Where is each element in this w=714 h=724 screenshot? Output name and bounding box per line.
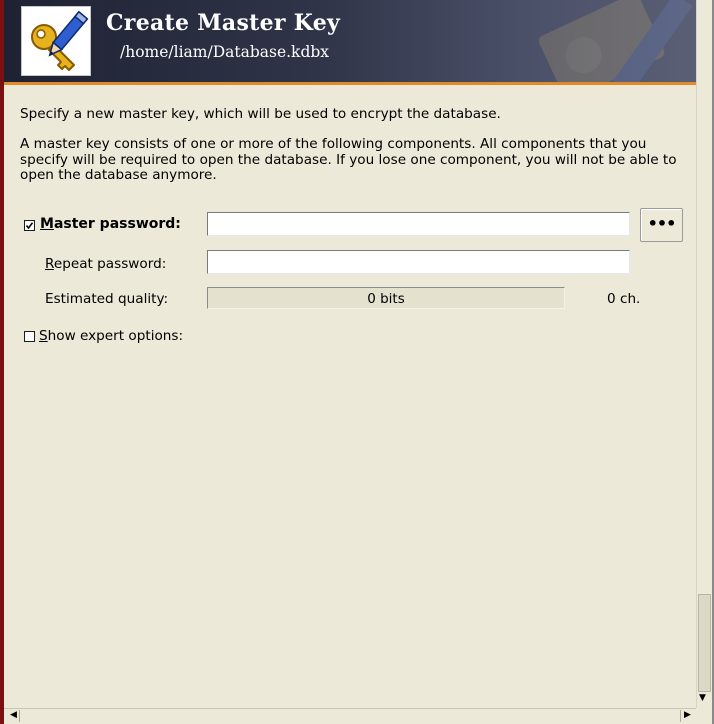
repeat-password-input[interactable] (207, 250, 630, 274)
scroll-left-divider (19, 710, 20, 722)
show-password-button[interactable]: ••• (640, 208, 683, 242)
character-count: 0 ch. (607, 291, 641, 307)
master-password-label[interactable]: Master password: (40, 216, 181, 232)
master-password-input[interactable] (207, 212, 630, 236)
window-left-border (0, 0, 4, 724)
expert-options-label[interactable]: Show expert options: (39, 328, 183, 344)
checkmark-icon (25, 222, 34, 230)
database-path: /home/liam/Database.kdbx (120, 43, 330, 61)
banner-accent-line (4, 82, 696, 85)
scroll-right-arrow-icon[interactable]: ▶ (684, 710, 691, 720)
horizontal-scrollbar[interactable] (4, 708, 696, 724)
master-password-checkbox[interactable] (24, 220, 35, 231)
master-password-label-text: aster password: (53, 216, 181, 232)
vertical-scroll-thumb[interactable] (698, 594, 711, 692)
scroll-right-divider (680, 710, 681, 722)
repeat-password-label: Repeat password: (45, 256, 166, 272)
estimated-quality-label: Estimated quality: (45, 291, 169, 307)
intro-line-1: Specify a new master key, which will be … (20, 106, 501, 122)
scrollbar-corner (696, 708, 712, 724)
repeat-password-label-text: epeat password: (53, 256, 167, 272)
scroll-left-arrow-icon[interactable]: ◀ (10, 710, 17, 720)
expert-options-label-text: how expert options: (47, 328, 184, 344)
vertical-scrollbar[interactable] (696, 0, 712, 708)
repeat-password-mnemonic: R (45, 256, 54, 272)
quality-progress-bar: 0 bits (207, 287, 565, 309)
dialog-title: Create Master Key (106, 10, 341, 36)
quality-bits-text: 0 bits (367, 291, 405, 307)
expert-options-mnemonic: S (39, 328, 48, 344)
intro-line-2: A master key consists of one or more of … (20, 136, 677, 183)
dialog-banner: Create Master Key /home/liam/Database.kd… (4, 0, 696, 82)
key-pen-icon (21, 6, 91, 76)
scroll-down-arrow-icon[interactable]: ▼ (699, 693, 706, 703)
master-password-mnemonic: M (40, 216, 54, 232)
banner-watermark-icon (538, 0, 693, 82)
expert-options-checkbox[interactable] (24, 331, 35, 342)
